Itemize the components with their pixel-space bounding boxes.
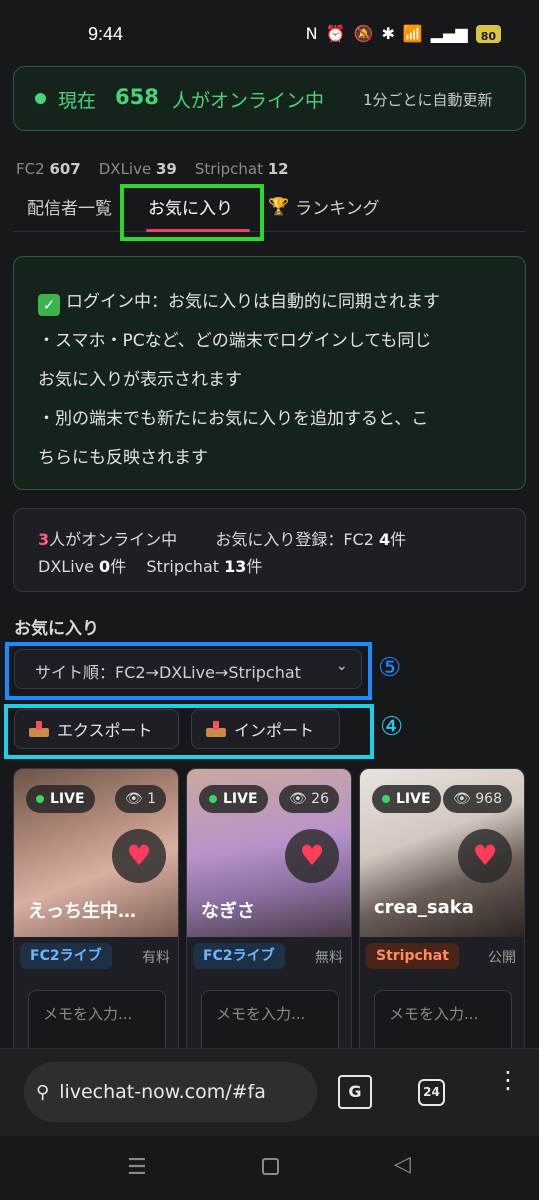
favorites-stats-panel: 3人がオンライン中 お気に入り登録：FC2 4件 DXLive 0件 Strip… — [13, 508, 526, 592]
tab-switcher-button[interactable]: 24 — [418, 1079, 445, 1106]
more-menu-icon[interactable]: ⋮ — [496, 1068, 520, 1092]
auto-update-note: 1分ごとに自動更新 — [363, 91, 493, 109]
tabs-divider — [13, 231, 526, 232]
memo-input[interactable]: メモを入力... — [28, 990, 166, 1054]
site-count-fc2: FC2 607 — [16, 160, 81, 178]
tab-ranking-label: ランキング — [295, 199, 380, 219]
viewer-count: 👁 1 — [114, 785, 166, 813]
online-suffix: 人がオンライン中 — [172, 90, 325, 112]
eye-icon: 👁 — [288, 791, 307, 807]
info-line-3: お気に入りが表示されます — [38, 370, 242, 390]
site-badge: Stripchat — [366, 943, 459, 969]
stats-line-1: 3人がオンライン中 お気に入り登録：FC2 4件 — [38, 530, 407, 549]
site-badge: FC2ライブ — [20, 943, 112, 969]
home-icon[interactable] — [262, 1158, 279, 1175]
translate-icon[interactable]: G — [338, 1075, 372, 1109]
viewer-count: 👁 26 — [278, 785, 339, 813]
highlight-box-export-import — [4, 704, 374, 759]
site-count-dxlive: DXLive 39 — [98, 160, 177, 178]
trophy-icon: 🏆 — [268, 196, 290, 217]
online-count: 658 — [115, 85, 159, 109]
annotation-marker-4: ④ — [380, 712, 404, 742]
live-badge: LIVE — [199, 785, 268, 813]
favorite-heart-button[interactable]: ♥ — [285, 829, 339, 883]
back-icon[interactable]: ◁ — [394, 1152, 411, 1177]
price-label: 公開 — [488, 950, 516, 966]
status-time: 9:44 — [88, 24, 124, 44]
favorite-heart-button[interactable]: ♥ — [458, 829, 512, 883]
sync-info-panel: ✓ ログイン中：お気に入りは自動的に同期されます ・スマホ・PCなど、どの端末でロ… — [13, 256, 526, 490]
online-indicator-icon — [35, 93, 46, 104]
viewer-count: 👁 968 — [443, 785, 512, 813]
site-badge: FC2ライブ — [193, 943, 285, 969]
address-bar[interactable]: ⚲ livechat-now.com/#fa — [24, 1062, 317, 1122]
memo-input[interactable]: メモを入力... — [374, 990, 512, 1054]
status-icons: N ⏰ 🔕 ✱ 📶 ▂▄▆ 80 — [306, 24, 501, 44]
highlight-box-favorites-tab — [120, 184, 264, 241]
live-badge: LIVE — [372, 785, 441, 813]
mute-icon: 🔕 — [353, 24, 374, 43]
signal-icon: ▂▄▆ — [430, 24, 468, 43]
check-icon: ✓ — [38, 294, 60, 316]
tab-ranking[interactable]: 🏆 ランキング — [268, 194, 380, 220]
info-line-5: ちらにも反映されます — [38, 448, 208, 468]
favorite-card[interactable]: LIVE 👁 968 ♥ crea_saka Stripchat 公開 メモを入… — [359, 768, 525, 1068]
memo-input[interactable]: メモを入力... — [201, 990, 339, 1054]
annotation-marker-5: ⑤ — [378, 653, 402, 683]
nfc-icon: N — [305, 24, 318, 43]
bluetooth-icon: ✱ — [381, 24, 395, 43]
info-line-2: ・スマホ・PCなど、どの端末でログインしても同じ — [38, 331, 432, 351]
streamer-name[interactable]: えっち生中… — [28, 897, 168, 923]
wifi-icon: 📶 — [402, 24, 423, 43]
url-text: livechat-now.com/#fa — [59, 1081, 266, 1103]
favorites-heading: お気に入り — [14, 619, 99, 639]
favorite-heart-button[interactable]: ♥ — [112, 829, 166, 883]
stats-line-2: DXLive 0件 Stripchat 13件 — [38, 557, 263, 576]
live-badge: LIVE — [26, 785, 95, 813]
site-count-stripchat: Stripchat 12 — [194, 160, 289, 178]
price-label: 有料 — [142, 950, 170, 966]
eye-icon: 👁 — [124, 791, 143, 807]
favorite-card[interactable]: LIVE 👁 26 ♥ なぎさ FC2ライブ 無料 メモを入力... — [186, 768, 352, 1068]
online-prefix: 現在 — [58, 90, 97, 112]
site-settings-icon[interactable]: ⚲ — [36, 1082, 49, 1103]
info-line-4: ・別の端末でも新たにお気に入りを追加すると、こ — [38, 409, 429, 429]
info-line-1: ✓ ログイン中：お気に入りは自動的に同期されます — [38, 283, 501, 322]
tab-streamers[interactable]: 配信者一覧 — [27, 194, 112, 219]
recent-apps-icon[interactable]: ☰ — [127, 1155, 147, 1180]
highlight-box-sort — [5, 642, 372, 700]
battery-icon: 80 — [475, 25, 501, 43]
alarm-icon: ⏰ — [325, 24, 346, 43]
eye-icon: 👁 — [453, 791, 471, 807]
streamer-name[interactable]: crea_saka — [374, 897, 514, 918]
favorite-card[interactable]: LIVE 👁 1 ♥ えっち生中… FC2ライブ 有料 メモを入力... — [13, 768, 179, 1068]
site-counts: FC2 607 DXLive 39 Stripchat 12 — [16, 160, 289, 178]
streamer-name[interactable]: なぎさ — [201, 897, 341, 923]
price-label: 無料 — [315, 950, 343, 966]
